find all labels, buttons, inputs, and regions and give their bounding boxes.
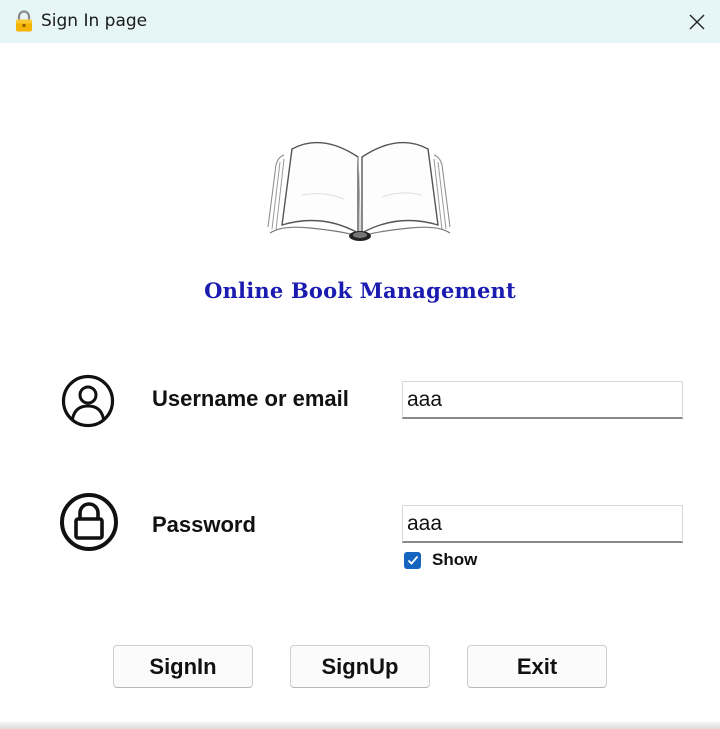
- window-bottom-edge: [0, 722, 720, 729]
- close-icon: [689, 14, 705, 29]
- close-button[interactable]: [674, 0, 720, 43]
- exit-button[interactable]: Exit: [467, 645, 607, 688]
- show-password-toggle[interactable]: Show: [404, 550, 477, 570]
- username-input[interactable]: [402, 381, 683, 419]
- lock-icon: [60, 493, 118, 551]
- signup-button[interactable]: SignUp: [290, 645, 430, 688]
- window-title: Sign In page: [41, 11, 148, 31]
- show-password-checkbox[interactable]: [404, 551, 421, 569]
- open-book-icon: [267, 141, 451, 241]
- checkmark-icon: [407, 555, 418, 565]
- signin-button[interactable]: SignIn: [113, 645, 253, 688]
- password-label: Password: [152, 512, 256, 537]
- show-password-label: Show: [432, 550, 478, 569]
- lock-icon: [16, 10, 32, 32]
- title-bar: Sign In page: [0, 0, 720, 43]
- app-title: Online Book Management: [204, 278, 516, 303]
- password-input[interactable]: [402, 505, 683, 543]
- username-label: Username or email: [152, 386, 349, 411]
- user-icon: [61, 374, 115, 428]
